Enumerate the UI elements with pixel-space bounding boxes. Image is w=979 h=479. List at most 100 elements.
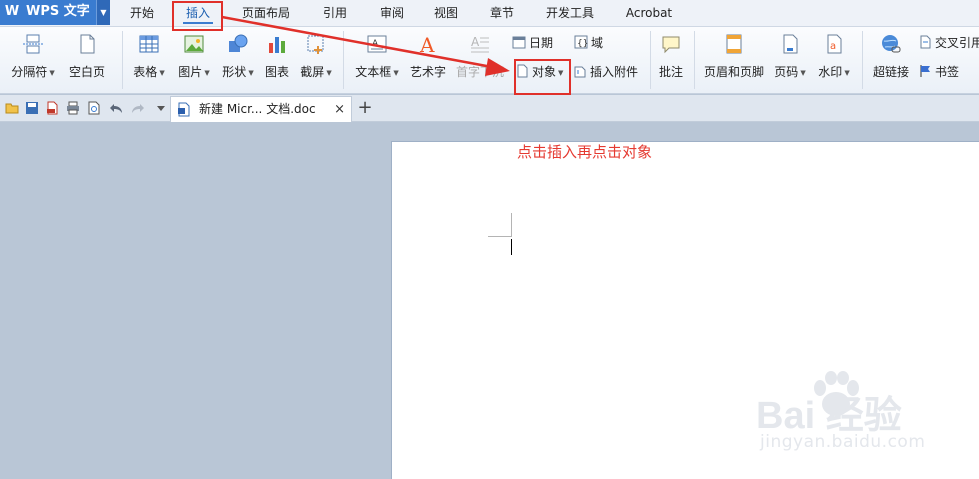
svg-text:{}: {} bbox=[577, 39, 588, 49]
document-tab[interactable]: 新建 Micr... 文档.doc × bbox=[170, 96, 352, 122]
chart-button[interactable]: 图表 bbox=[260, 27, 294, 89]
cross-ref-label: 交叉引用 bbox=[935, 36, 979, 50]
date-button[interactable]: 日期 bbox=[512, 34, 553, 52]
picture-button[interactable]: 图片 ▼ bbox=[172, 27, 216, 89]
watermark-button[interactable]: a 水印 ▼ bbox=[814, 27, 854, 89]
cross-reference-button[interactable]: 交叉引用 bbox=[918, 34, 979, 52]
attachment-icon bbox=[574, 66, 586, 78]
svg-text:a: a bbox=[830, 41, 836, 52]
field-button[interactable]: {} 域 bbox=[574, 34, 603, 52]
new-tab-button[interactable]: + bbox=[356, 96, 374, 120]
document-tab-title: 新建 Micr... 文档.doc bbox=[199, 102, 316, 116]
ribbon-divider bbox=[862, 31, 863, 89]
page-number-icon bbox=[783, 34, 798, 54]
date-label: 日期 bbox=[529, 36, 554, 50]
redo-icon[interactable] bbox=[131, 101, 145, 115]
hyperlink-label: 超链接 bbox=[872, 65, 909, 79]
insert-attachment-button[interactable]: 插入附件 bbox=[573, 63, 638, 81]
picture-icon bbox=[184, 35, 204, 53]
shape-button[interactable]: 形状 ▼ bbox=[217, 27, 259, 89]
wordart-label: 艺术字 bbox=[409, 65, 446, 79]
shape-label: 形状 bbox=[222, 65, 247, 79]
tab-acrobat[interactable]: Acrobat bbox=[617, 0, 681, 27]
calendar-icon bbox=[512, 36, 526, 49]
field-label: 域 bbox=[591, 36, 604, 50]
header-footer-icon bbox=[726, 34, 742, 54]
print-icon[interactable] bbox=[66, 101, 80, 115]
comment-button[interactable]: 批注 bbox=[654, 27, 688, 89]
tab-view[interactable]: 视图 bbox=[424, 0, 468, 27]
hyperlink-button[interactable]: 超链接 bbox=[868, 27, 914, 89]
screenshot-label: 截屏 bbox=[300, 65, 325, 79]
text-cursor bbox=[511, 239, 512, 255]
textbox-icon: A bbox=[367, 35, 387, 53]
header-footer-label: 页眉和页脚 bbox=[703, 65, 764, 79]
svg-text:A: A bbox=[471, 35, 480, 49]
dropcap-label: 首字下沉 bbox=[455, 65, 504, 79]
header-footer-button[interactable]: 页眉和页脚 bbox=[700, 27, 768, 89]
comment-icon bbox=[662, 36, 680, 54]
watermark-url: jingyan.baidu.com bbox=[760, 432, 926, 452]
tab-review[interactable]: 审阅 bbox=[370, 0, 414, 27]
svg-text:A: A bbox=[419, 33, 435, 55]
table-icon bbox=[139, 35, 159, 53]
baidu-jingyan-watermark: Bai 经验 jingyan.baidu.com bbox=[748, 370, 978, 470]
ribbon-divider bbox=[650, 31, 651, 89]
dropcap-icon: A bbox=[471, 35, 489, 53]
page-number-button[interactable]: 页码 ▼ bbox=[770, 27, 810, 89]
app-name: WPS 文字 bbox=[26, 4, 90, 19]
page-break-button[interactable]: 分隔符 ▼ bbox=[6, 27, 60, 89]
undo-icon[interactable] bbox=[109, 101, 123, 115]
screenshot-icon bbox=[307, 35, 324, 54]
highlight-insert-tab bbox=[172, 1, 223, 31]
ribbon-divider bbox=[343, 31, 344, 89]
tab-developer[interactable]: 开发工具 bbox=[537, 0, 603, 27]
chart-label: 图表 bbox=[264, 65, 289, 79]
export-pdf-icon[interactable] bbox=[45, 101, 59, 115]
shape-icon bbox=[229, 34, 248, 52]
wordart-icon: A bbox=[419, 33, 435, 55]
customize-toolbar-icon[interactable] bbox=[154, 101, 168, 115]
quick-access-toolbar: 新建 Micr... 文档.doc × + bbox=[0, 95, 979, 122]
page-break-label: 分隔符 bbox=[11, 65, 48, 79]
watermark-icon: a bbox=[827, 34, 842, 54]
ribbon-divider bbox=[122, 31, 123, 89]
watermark-label: 水印 bbox=[818, 65, 843, 79]
chevron-down-icon[interactable]: ▼ bbox=[96, 0, 110, 25]
open-folder-icon[interactable] bbox=[5, 101, 19, 115]
field-icon: {} bbox=[574, 35, 588, 49]
page-break-icon bbox=[23, 34, 43, 54]
screenshot-button[interactable]: 截屏 ▼ bbox=[296, 27, 336, 89]
watermark-brand: Bai 经验 bbox=[756, 395, 902, 437]
textbox-button[interactable]: A 文本框 ▼ bbox=[349, 27, 405, 89]
tab-page-layout[interactable]: 页面布局 bbox=[234, 0, 298, 27]
highlight-object-button bbox=[514, 59, 571, 95]
tab-references[interactable]: 引用 bbox=[313, 0, 357, 27]
tab-chapter[interactable]: 章节 bbox=[480, 0, 524, 27]
comment-label: 批注 bbox=[658, 65, 683, 79]
picture-label: 图片 bbox=[178, 65, 203, 79]
blank-page-button[interactable]: 空白页 bbox=[62, 27, 112, 89]
wordart-button[interactable]: A 艺术字 bbox=[406, 27, 450, 89]
dropcap-button[interactable]: A 首字下沉 bbox=[452, 27, 508, 89]
bookmark-flag-icon bbox=[920, 65, 930, 77]
attachment-label: 插入附件 bbox=[590, 65, 639, 79]
bookmark-button[interactable]: 书签 bbox=[918, 63, 959, 81]
cross-reference-icon bbox=[920, 35, 931, 49]
globe-link-icon bbox=[882, 35, 901, 53]
save-icon[interactable] bbox=[25, 101, 39, 115]
app-menu-button[interactable]: W WPS 文字 ▼ bbox=[0, 0, 110, 25]
blank-page-icon bbox=[80, 34, 95, 54]
chart-icon bbox=[269, 37, 285, 53]
page-corner-mark bbox=[511, 213, 512, 237]
tab-home[interactable]: 开始 bbox=[120, 0, 164, 27]
ribbon-divider bbox=[694, 31, 695, 89]
print-preview-icon[interactable] bbox=[87, 101, 101, 115]
menu-bar: W WPS 文字 ▼ 开始 插入 页面布局 引用 审阅 视图 章节 开发工具 A… bbox=[0, 0, 979, 27]
instruction-annotation: 点击插入再点击对象 bbox=[517, 143, 653, 161]
bookmark-label: 书签 bbox=[935, 65, 960, 79]
table-button[interactable]: 表格 ▼ bbox=[128, 27, 170, 89]
wps-logo-icon: W bbox=[4, 4, 20, 19]
close-tab-icon[interactable]: × bbox=[334, 97, 345, 122]
page-corner-mark bbox=[488, 236, 512, 237]
